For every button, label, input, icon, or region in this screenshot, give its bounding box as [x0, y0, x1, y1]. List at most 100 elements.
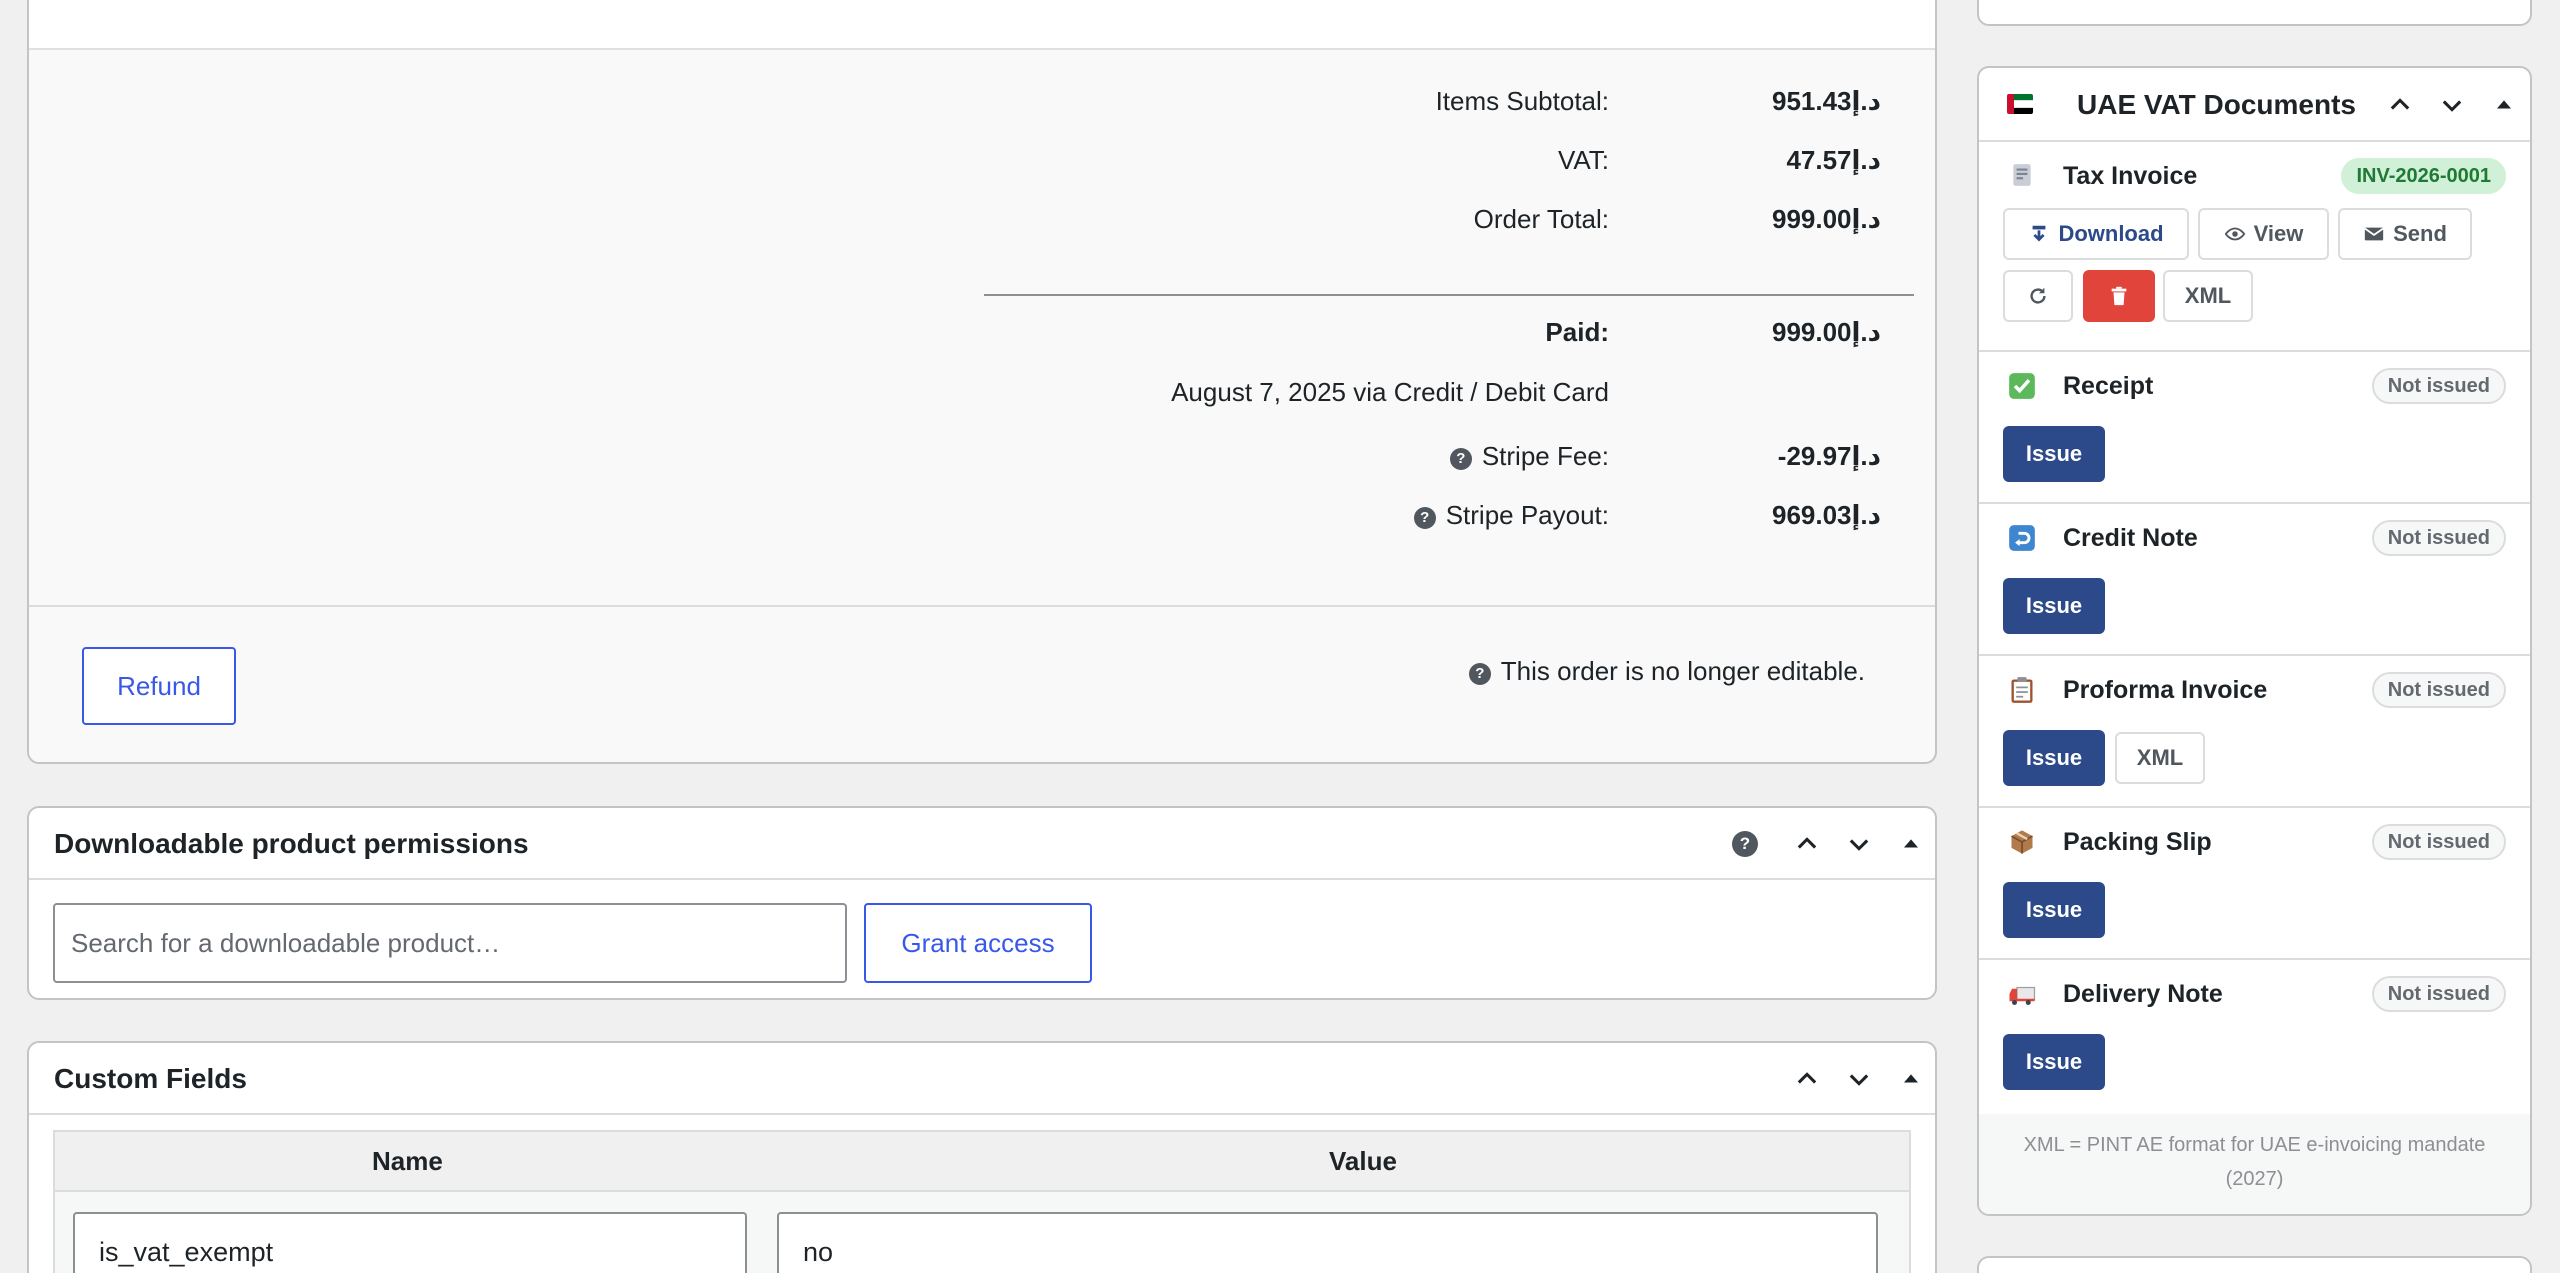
move-up-icon[interactable]: [1789, 1061, 1825, 1097]
sidebar-panel-below: [1977, 1256, 2532, 1273]
receipt-document-icon: [2007, 162, 2037, 192]
view-button[interactable]: View: [2198, 208, 2329, 260]
xml-label: XML: [2184, 283, 2232, 308]
check-mark-icon: [2007, 372, 2037, 402]
issue-proforma-button[interactable]: Issue: [2003, 730, 2105, 786]
eye-icon: [2224, 227, 2245, 241]
help-glyph: ?: [1732, 831, 1758, 857]
stripe-payout-value: د.إ969.03: [1771, 500, 1881, 530]
not-editable-text: This order is no longer editable.: [1500, 656, 1865, 686]
stripe-payout-row: ? Stripe Payout: د.إ969.03: [29, 494, 1935, 534]
panel-title: UAE VAT Documents: [2077, 89, 2356, 120]
view-label: View: [2253, 221, 2304, 246]
download-icon: [2033, 225, 2046, 242]
status-badge: Not issued: [2371, 520, 2506, 556]
move-down-icon[interactable]: [1841, 826, 1877, 862]
column-header-value: Value: [1329, 1146, 1397, 1176]
document-name: Proforma Invoice: [2063, 676, 2268, 704]
document-packing-slip: Packing Slip Not issued Issue: [1979, 808, 2530, 960]
download-label: Download: [2058, 221, 2164, 246]
help-icon[interactable]: ?: [1727, 826, 1763, 862]
uae-vat-documents-panel: UAE VAT Documents Tax Invoice INV-2026-0…: [1977, 66, 2532, 1216]
downloadable-product-search-input[interactable]: [53, 903, 847, 983]
status-badge: Not issued: [2371, 824, 2506, 860]
document-name: Delivery Note: [2063, 980, 2223, 1008]
paid-value: د.إ999.00: [1771, 317, 1881, 347]
xml-label: XML: [2136, 745, 2184, 770]
items-subtotal-label: Items Subtotal:: [1435, 86, 1609, 116]
delete-button[interactable]: [2083, 270, 2155, 322]
order-total-value: د.إ999.00: [1771, 204, 1881, 234]
stripe-fee-label-wrap: ? Stripe Fee:: [1449, 441, 1609, 472]
custom-field-name-input[interactable]: is_vat_exempt: [73, 1212, 747, 1273]
status-badge: Not issued: [2371, 368, 2506, 404]
document-credit-note: Credit Note Not issued Issue: [1979, 504, 2530, 656]
stripe-fee-row: ? Stripe Fee: -د.إ29.97: [29, 435, 1935, 475]
custom-fields-panel: Custom Fields Name Value is_vat_exempt n…: [27, 1041, 1937, 1273]
order-items-bottom-edge: [29, 0, 1935, 50]
uae-flag-icon: [2007, 94, 2033, 114]
delivery-truck-icon: [2007, 980, 2037, 1010]
document-proforma-invoice: Proforma Invoice Not issued Issue XML: [1979, 656, 2530, 808]
move-up-icon[interactable]: [2382, 87, 2418, 123]
move-up-icon[interactable]: [1789, 826, 1825, 862]
refund-button[interactable]: Refund: [82, 647, 236, 725]
refresh-icon: [2030, 287, 2046, 304]
trash-icon: [2111, 286, 2127, 306]
help-icon[interactable]: ?: [1413, 507, 1436, 529]
collapse-toggle-icon[interactable]: [1893, 1061, 1929, 1097]
custom-fields-table: Name Value is_vat_exempt no: [53, 1130, 1911, 1273]
order-total-row: Order Total: د.إ999.00: [29, 198, 1935, 238]
regenerate-button[interactable]: [2003, 270, 2073, 322]
issue-receipt-button[interactable]: Issue: [2003, 426, 2105, 482]
custom-field-value-input[interactable]: no: [777, 1212, 1878, 1273]
table-header: Name Value: [55, 1132, 1909, 1192]
status-badge: Not issued: [2371, 976, 2506, 1012]
xml-button[interactable]: XML: [2115, 732, 2205, 784]
stripe-payout-label: Stripe Payout:: [1445, 500, 1609, 530]
send-label: Send: [2393, 221, 2447, 246]
move-down-icon[interactable]: [1841, 1061, 1877, 1097]
move-down-icon[interactable]: [2434, 87, 2470, 123]
document-number-badge: INV-2026-0001: [2341, 158, 2506, 194]
paid-label: Paid:: [1545, 317, 1609, 347]
panel-header: UAE VAT Documents: [1979, 68, 2530, 142]
document-name: Packing Slip: [2063, 828, 2212, 856]
grant-access-button[interactable]: Grant access: [864, 903, 1092, 983]
document-name: Tax Invoice: [2063, 162, 2198, 190]
issue-packing-slip-button[interactable]: Issue: [2003, 882, 2105, 938]
order-totals-panel: Items Subtotal: د.إ951.43 VAT: د.إ47.57 …: [27, 0, 1937, 764]
panel-header: Downloadable product permissions ?: [29, 808, 1935, 880]
totals-separator: [29, 605, 1935, 607]
help-icon[interactable]: ?: [1468, 663, 1491, 685]
column-header-name: Name: [372, 1146, 443, 1176]
sidebar-panel-above: [1977, 0, 2532, 26]
send-button[interactable]: Send: [2338, 208, 2472, 260]
vat-label: VAT:: [1557, 145, 1609, 175]
help-icon[interactable]: ?: [1449, 448, 1472, 470]
panel-title: Downloadable product permissions: [54, 828, 529, 859]
order-total-label: Order Total:: [1473, 204, 1609, 234]
paid-note: August 7, 2025 via Credit / Debit Card: [1171, 377, 1609, 407]
issue-delivery-note-button[interactable]: Issue: [2003, 1034, 2105, 1090]
xml-format-note: XML = PINT AE format for UAE e-invoicing…: [2023, 1134, 2486, 1190]
envelope-icon: [2364, 227, 2384, 241]
document-tax-invoice: Tax Invoice INV-2026-0001 Download View …: [1979, 142, 2530, 352]
panel-header: Custom Fields: [29, 1043, 1935, 1115]
collapse-toggle-icon[interactable]: [1893, 826, 1929, 862]
panel-title: Custom Fields: [54, 1063, 247, 1094]
items-subtotal-value: د.إ951.43: [1771, 86, 1881, 116]
collapse-toggle-icon[interactable]: [2486, 87, 2522, 123]
downloadable-permissions-panel: Downloadable product permissions ? Grant…: [27, 806, 1937, 1000]
paid-note-row: August 7, 2025 via Credit / Debit Card: [29, 371, 1935, 411]
download-button[interactable]: Download: [2003, 208, 2189, 260]
issue-credit-note-button[interactable]: Issue: [2003, 578, 2105, 634]
totals-divider: [984, 294, 1914, 296]
xml-button[interactable]: XML: [2163, 270, 2253, 322]
paid-row: Paid: د.إ999.00: [29, 311, 1935, 351]
stripe-fee-value: -د.إ29.97: [1777, 441, 1881, 471]
document-name: Credit Note: [2063, 524, 2198, 552]
package-icon: [2007, 828, 2037, 858]
clipboard-icon: [2007, 676, 2037, 706]
not-editable-notice: ? This order is no longer editable.: [1468, 656, 1865, 687]
